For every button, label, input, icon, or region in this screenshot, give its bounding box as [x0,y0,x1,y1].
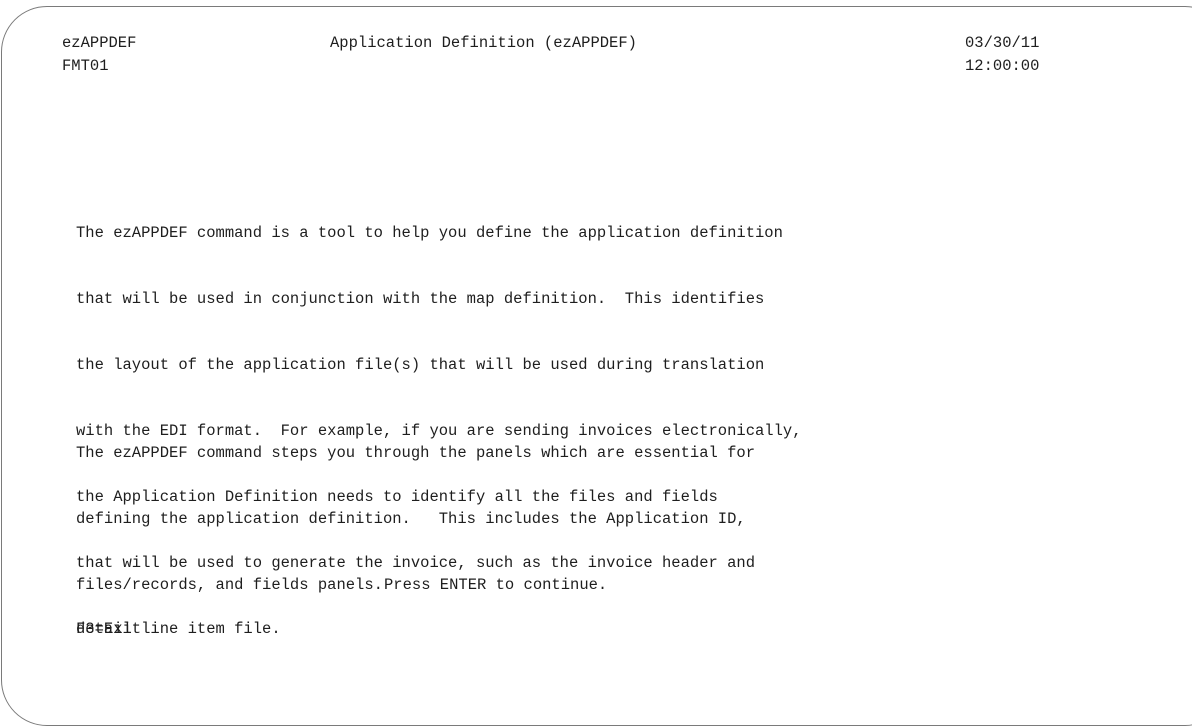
screen-title: Application Definition (ezAPPDEF) [330,34,637,52]
f3-exit-key[interactable]: F3=Exit [76,618,141,640]
time-display: 12:00:00 [965,57,1040,75]
description-line: that will be used in conjunction with th… [76,290,765,308]
date-display: 03/30/11 [965,34,1040,52]
description-line: the layout of the application file(s) th… [76,356,765,374]
continue-prompt: Press ENTER to continue. [384,576,608,594]
program-name: ezAPPDEF [62,34,137,52]
description-line: The ezAPPDEF command steps you through t… [76,444,756,462]
format-id: FMT01 [62,57,109,75]
description-line: defining the application definition. Thi… [76,510,746,528]
description-line: detail line item file. [76,620,281,638]
description-line: The ezAPPDEF command is a tool to help y… [76,224,783,242]
